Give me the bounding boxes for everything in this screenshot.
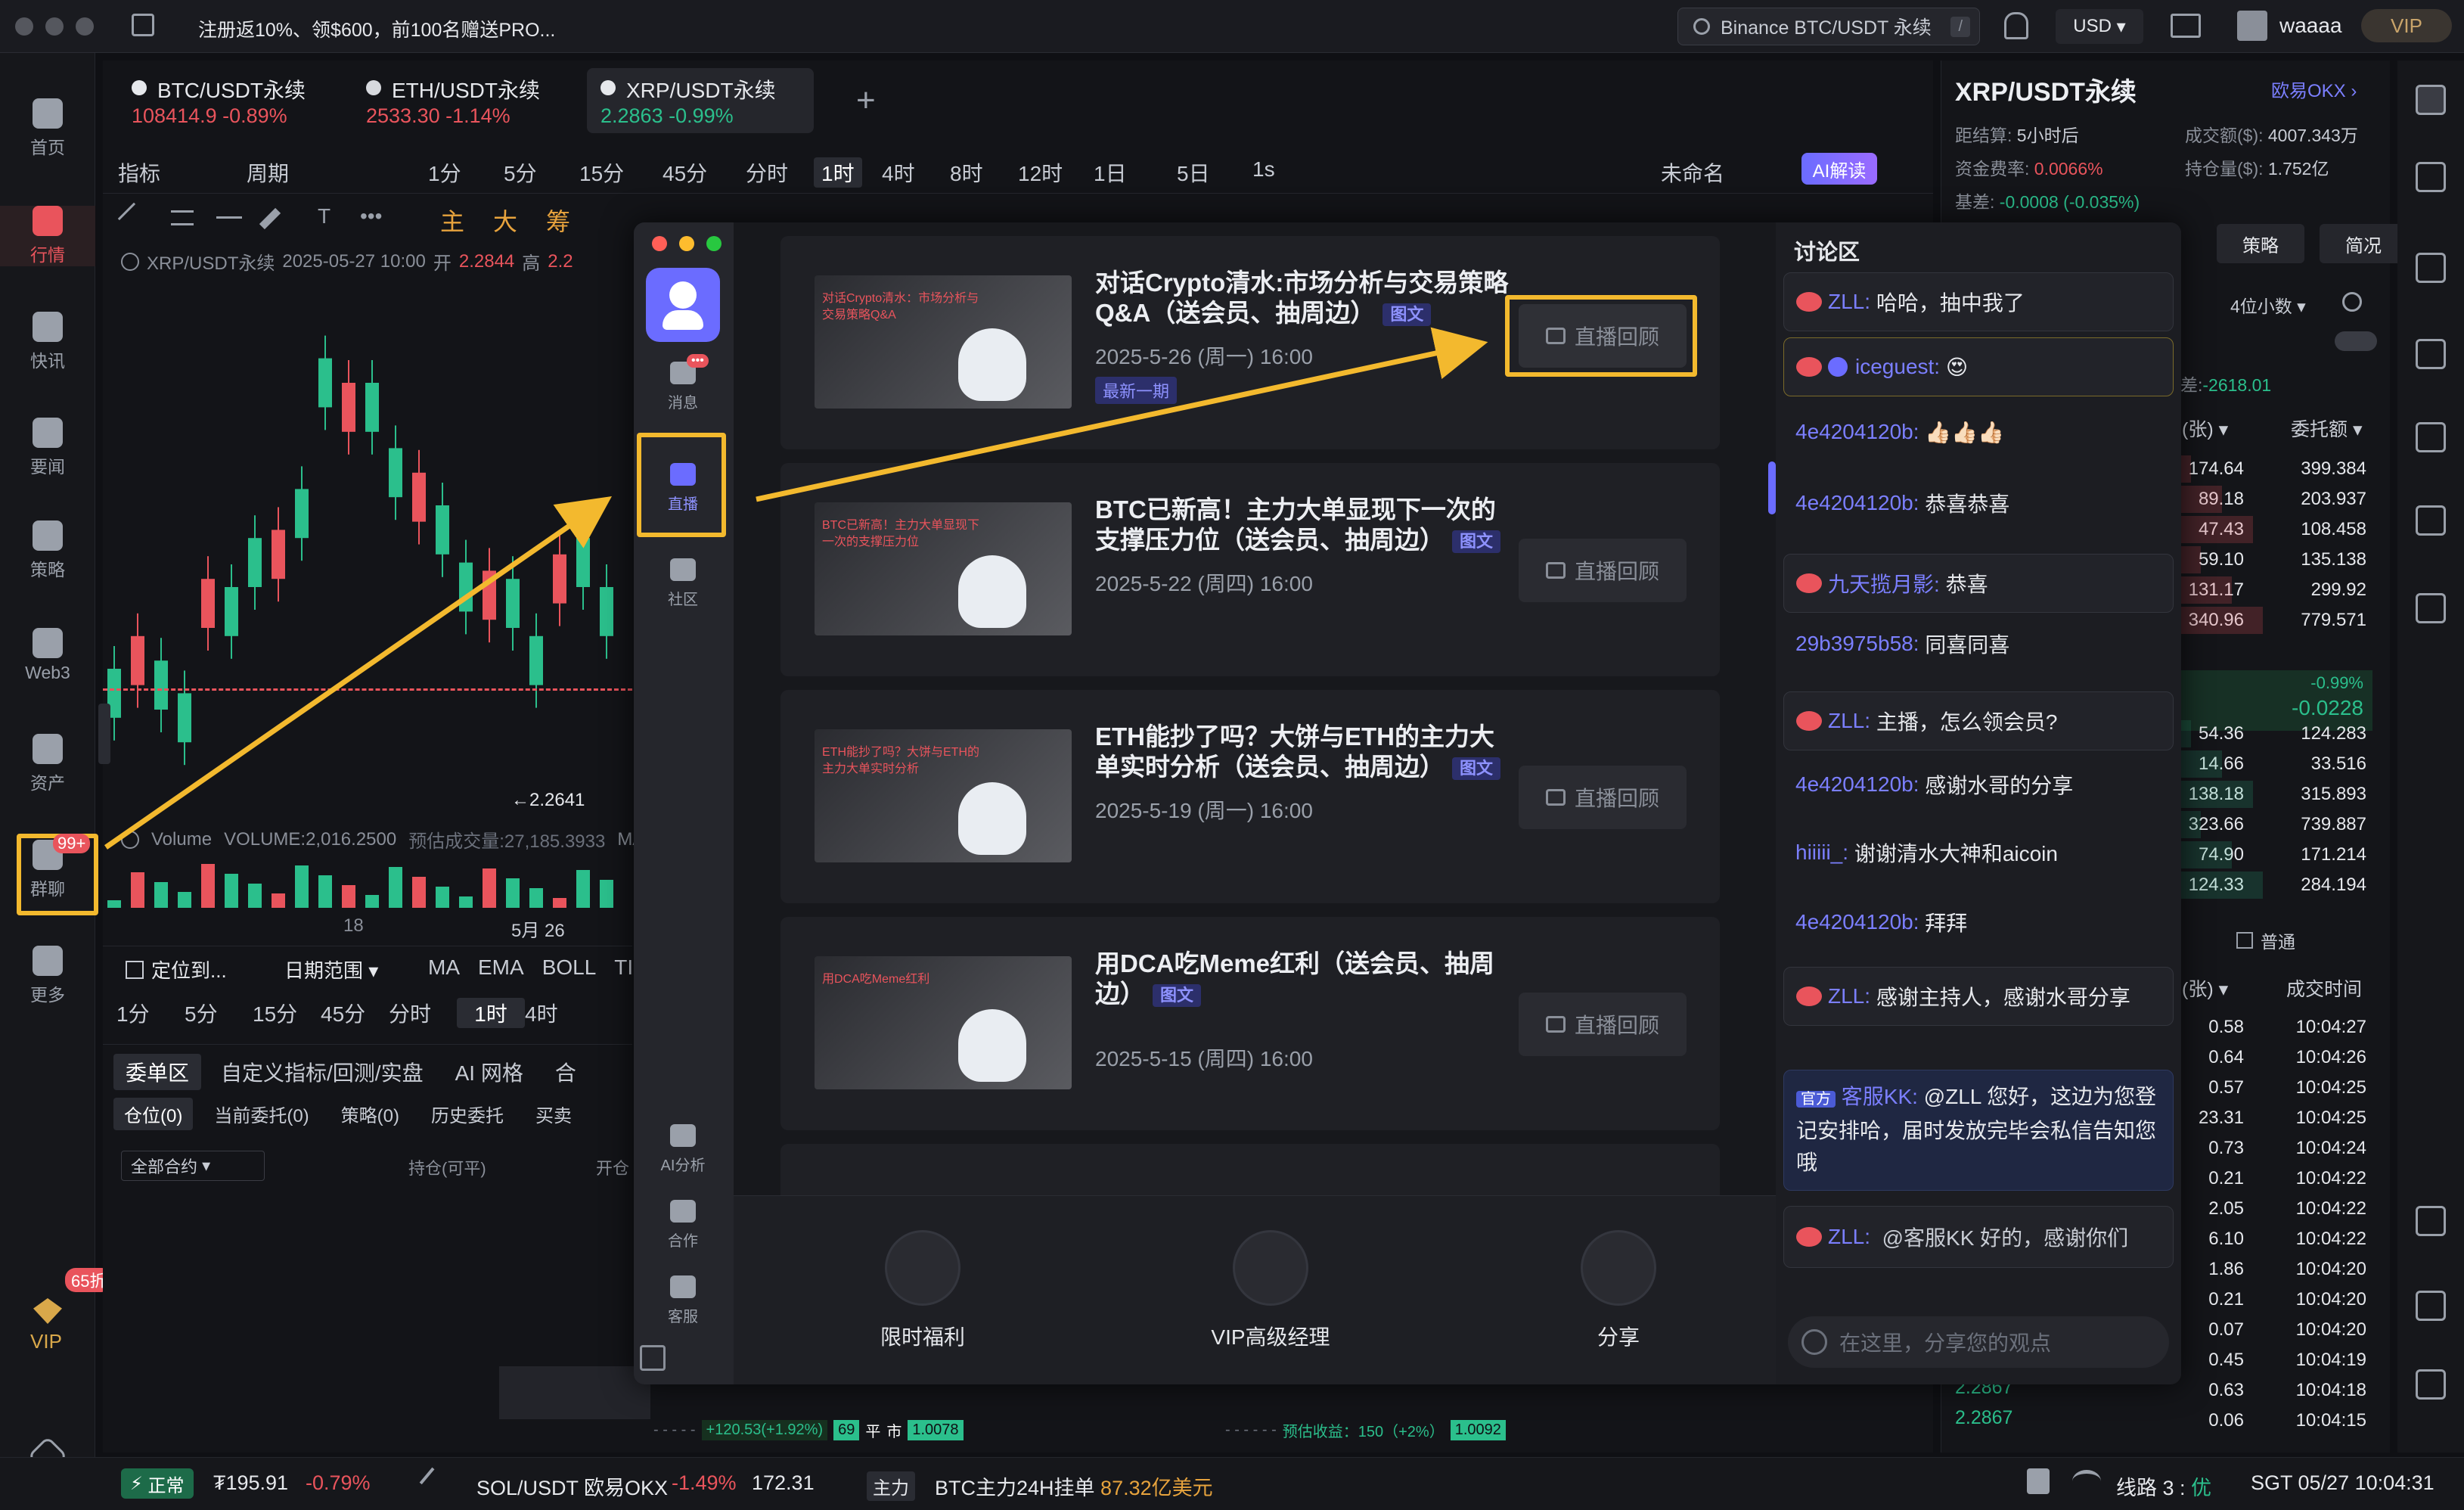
- live-side-3[interactable]: AI分析: [641, 1124, 725, 1175]
- nav-item-5[interactable]: Web3: [0, 628, 95, 683]
- status-line[interactable]: 线路 3 : 优: [2116, 1471, 2211, 1501]
- live-side-label: 社区: [668, 592, 698, 608]
- live-side-label: AI分析: [660, 1157, 706, 1174]
- nav-item-3[interactable]: 要闻: [0, 418, 95, 478]
- nav-label: 策略: [30, 560, 65, 579]
- wifi-icon: [2072, 1470, 2101, 1493]
- nav-label: 要闻: [30, 457, 65, 477]
- status-pair[interactable]: SOL/USDT 欧易OKX: [476, 1471, 668, 1501]
- live-side-2[interactable]: 社区: [641, 558, 725, 609]
- nav-label: 快讯: [30, 351, 65, 371]
- nav-item-4[interactable]: 策略: [0, 520, 95, 581]
- news-flash-icon: [33, 312, 63, 342]
- live-side-1[interactable]: 直播: [641, 463, 725, 514]
- nav-label: 行情: [30, 245, 65, 265]
- nav-item-6[interactable]: 资产: [0, 734, 95, 794]
- nav-item-2[interactable]: 快讯: [0, 312, 95, 372]
- headline-icon: [33, 418, 63, 448]
- app-window: { "titlebar":{"promo":"注册返10%、领$600，前100…: [0, 0, 2464, 1510]
- status-btc-value: 87.32亿美元: [1100, 1477, 1213, 1499]
- status-btc: BTC主力24H挂单 87.32亿美元: [935, 1471, 1213, 1501]
- live-side-label: 客服: [668, 1309, 698, 1325]
- status-price: ₮195.91: [213, 1471, 289, 1494]
- nav-item-8[interactable]: 更多: [0, 946, 95, 1006]
- ai-analysis-icon: [670, 1124, 696, 1147]
- nav-item-1[interactable]: 行情: [0, 206, 95, 266]
- live-side-label: 合作: [668, 1233, 698, 1250]
- message-badge: •••: [687, 354, 709, 368]
- strategy-icon: [33, 520, 63, 551]
- nav-item-0[interactable]: 首页: [0, 98, 95, 159]
- status-tag: 主力: [867, 1471, 915, 1501]
- customer-service-icon: [670, 1275, 696, 1298]
- status-btc-label: BTC主力24H挂单: [935, 1477, 1095, 1499]
- edit-icon[interactable]: [419, 1467, 448, 1496]
- nav-label: 更多: [30, 985, 65, 1005]
- community-icon: [670, 558, 696, 581]
- status-bar: ⚡ 正常 ₮195.91 -0.79% SOL/USDT 欧易OKX -1.49…: [0, 1457, 2464, 1510]
- cooperation-icon: [670, 1200, 696, 1223]
- live-side-0[interactable]: 消息 •••: [641, 354, 725, 412]
- status-pair-chg: -1.49%: [672, 1471, 737, 1494]
- nav-label: Web3: [25, 663, 70, 682]
- home-icon: [33, 98, 63, 129]
- status-time: SGT 05/27 10:04:31: [2251, 1471, 2435, 1494]
- live-icon: [670, 463, 696, 486]
- status-line-quality: 优: [2191, 1477, 2212, 1499]
- market-icon: [33, 206, 63, 236]
- help-icon[interactable]: [2027, 1468, 2050, 1494]
- status-mode-label: 正常: [147, 1475, 185, 1496]
- live-side-label: 消息: [668, 395, 698, 412]
- web3-icon: [33, 628, 63, 658]
- arrow-to-live: [104, 496, 613, 850]
- nav-badge: 99+: [53, 834, 91, 853]
- nav-label: 资产: [30, 773, 65, 793]
- status-pair-val: 172.31: [752, 1471, 815, 1494]
- more-icon: [33, 946, 63, 976]
- nav-item-7[interactable]: 群聊 99+: [0, 834, 95, 900]
- live-side-label: 直播: [668, 496, 698, 513]
- annotation-arrows: [104, 327, 1488, 850]
- arrow-to-replay: [756, 327, 1488, 502]
- nav-label: 群聊: [30, 879, 65, 899]
- replay-highlight: [1505, 295, 1697, 377]
- status-mode[interactable]: ⚡ 正常: [121, 1468, 194, 1499]
- wallet-icon: [33, 734, 63, 764]
- status-chg: -0.79%: [306, 1471, 371, 1494]
- nav-label: 首页: [30, 138, 65, 157]
- live-side-5[interactable]: 客服: [641, 1275, 725, 1326]
- live-side-4[interactable]: 合作: [641, 1200, 725, 1251]
- status-line-label: 线路 3 :: [2116, 1477, 2186, 1499]
